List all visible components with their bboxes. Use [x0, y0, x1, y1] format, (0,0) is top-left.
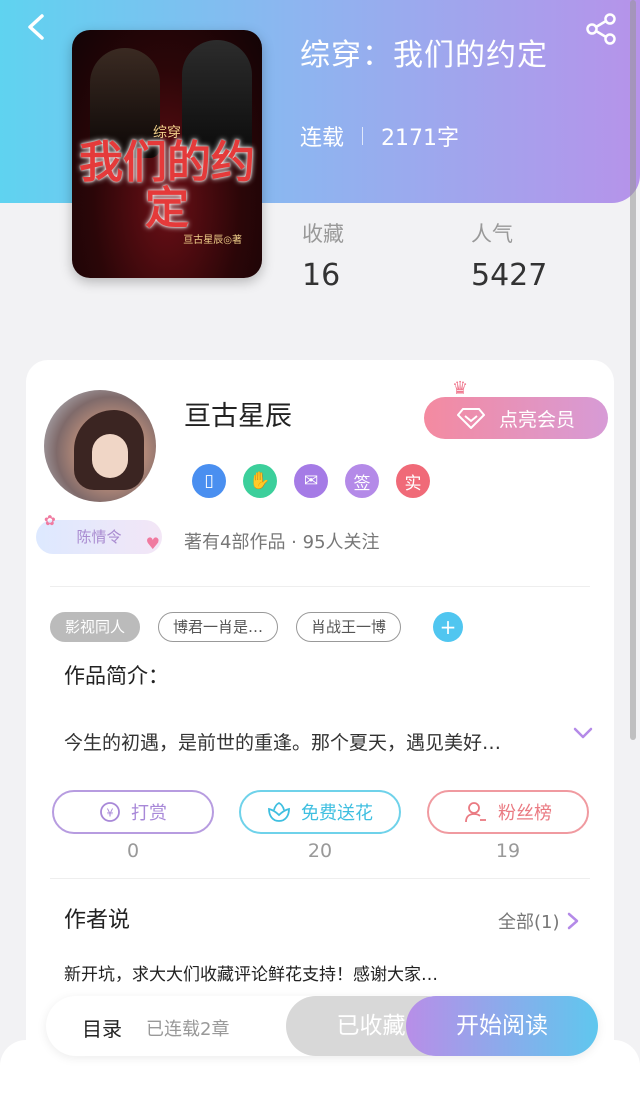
- fan-ranking-button[interactable]: 粉丝榜: [427, 790, 589, 834]
- author-says-text[interactable]: 新开坑，求大大们收藏评论鲜花支持！感谢大家…: [64, 960, 438, 985]
- divider: [50, 878, 590, 879]
- tag-list: 影视同人 博君一肖是… 肖战王一博 +: [50, 612, 464, 642]
- handshake-icon[interactable]: ✋: [243, 464, 277, 498]
- start-reading-button[interactable]: 开始阅读: [406, 996, 598, 1056]
- meta-divider: [362, 127, 364, 145]
- back-arrow-icon[interactable]: [22, 12, 52, 42]
- intro-text[interactable]: 今生的初遇，是前世的重逢。那个夏天，遇见美好…: [64, 728, 501, 755]
- tag-item[interactable]: 肖战王一博: [296, 612, 402, 642]
- stat-label: 人气: [471, 222, 513, 246]
- fan-badge[interactable]: ✿ 陈情令 ♥: [36, 514, 162, 554]
- user-rank-icon: [465, 802, 486, 823]
- fan-badge-label: 陈情令: [76, 528, 122, 546]
- svg-text:¥: ¥: [107, 807, 114, 820]
- cover-author: 亘古星辰◎著: [183, 235, 242, 246]
- heart-icon: ♥: [145, 534, 160, 553]
- reward-label: 打赏: [131, 803, 167, 824]
- reward-count: 0: [126, 840, 140, 862]
- sign-icon[interactable]: 签: [345, 464, 379, 498]
- vip-button[interactable]: 点亮会员: [424, 397, 608, 439]
- fan-ranking-label: 粉丝榜: [498, 803, 552, 824]
- stat-favorites: 收藏 16: [302, 218, 344, 293]
- vip-label: 点亮会员: [498, 408, 575, 431]
- add-tag-button[interactable]: +: [433, 612, 464, 642]
- author-says-all-link[interactable]: 全部(1): [498, 908, 580, 934]
- book-detail-card: ✿ 陈情令 ♥ 亘古星辰 ♛ 点亮会员 ▯ ✋ ✉ 签 实 著有4部作品 · 9…: [26, 360, 614, 1103]
- chevron-right-icon: [567, 912, 578, 930]
- envelope-icon[interactable]: ✉: [294, 464, 328, 498]
- avatar-face: [92, 434, 128, 478]
- toc-button[interactable]: 目录: [82, 1013, 122, 1042]
- cover-title: 我们的约定: [79, 137, 255, 234]
- diamond-icon: [456, 408, 485, 429]
- intro-heading: 作品简介：: [64, 664, 169, 688]
- author-avatar[interactable]: [44, 390, 156, 502]
- author-says-heading: 作者说: [64, 908, 131, 933]
- flower-decoration-icon: ✿: [44, 513, 56, 529]
- fan-count: 19: [495, 840, 521, 862]
- book-title: 综穿：我们的约定: [300, 38, 548, 73]
- bottom-action-bar: 目录 已连载2章 已收藏 开始阅读: [46, 996, 598, 1056]
- stat-value: 5427: [471, 258, 548, 293]
- tag-item[interactable]: 影视同人: [50, 612, 141, 642]
- book-meta: 连载 2171字: [300, 120, 459, 152]
- verified-icon[interactable]: 实: [396, 464, 430, 498]
- crown-icon: ♛: [452, 378, 469, 399]
- author-says-all-label: 全部(1): [498, 912, 560, 933]
- scrollbar[interactable]: [630, 0, 636, 740]
- flower-icon: [268, 801, 290, 822]
- serial-status: 连载: [300, 126, 345, 151]
- stat-popularity: 人气 5427: [471, 218, 547, 293]
- stat-label: 收藏: [302, 222, 344, 246]
- flower-count: 20: [307, 840, 333, 862]
- phone-icon[interactable]: ▯: [192, 464, 226, 498]
- author-badges: ▯ ✋ ✉ 签 实: [192, 464, 430, 498]
- stat-value: 16: [302, 258, 341, 293]
- toc-chapter-count: 已连载2章: [146, 1019, 230, 1040]
- word-count: 2171字: [381, 126, 460, 151]
- author-name[interactable]: 亘古星辰: [184, 394, 292, 433]
- chevron-down-icon[interactable]: [572, 722, 594, 744]
- send-flower-label: 免费送花: [301, 803, 373, 824]
- send-flower-button[interactable]: 免费送花: [239, 790, 401, 834]
- book-cover[interactable]: 综穿 我们的约定 亘古星辰◎著: [72, 30, 262, 278]
- coin-icon: ¥: [100, 802, 120, 822]
- divider: [50, 586, 590, 587]
- tag-item[interactable]: 博君一肖是…: [158, 612, 279, 642]
- share-icon[interactable]: [584, 12, 618, 46]
- reward-button[interactable]: ¥ 打赏: [52, 790, 214, 834]
- works-summary: 著有4部作品 · 95人关注: [184, 532, 380, 553]
